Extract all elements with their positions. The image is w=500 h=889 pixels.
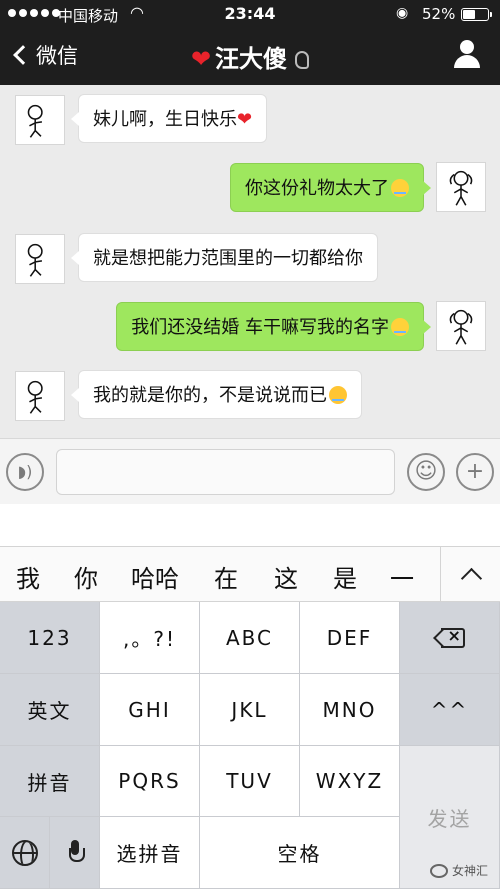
contact-avatar[interactable] (15, 234, 65, 284)
battery-icon (461, 8, 492, 21)
contact-avatar[interactable] (15, 95, 65, 145)
key-punctuation[interactable]: ,。?! (100, 602, 200, 674)
keyboard: 123 英文 拼音 ,。?! ABC DEF GHI JKL MNO PQRS … (0, 602, 500, 889)
heart-icon: ❤ (190, 45, 212, 73)
watermark-text: 女神汇 (451, 864, 488, 878)
key-english[interactable]: 英文 (0, 674, 100, 746)
globe-key[interactable] (0, 817, 50, 889)
contact-avatar[interactable] (15, 371, 65, 421)
microphone-icon (68, 839, 85, 866)
smiley-icon: ☺ (414, 459, 438, 484)
message-bubble-outgoing[interactable]: 我们还没结婚 车干嘛写我的名字 (116, 302, 431, 351)
key-pqrs[interactable]: PQRS (100, 746, 200, 817)
rotation-lock-icon: ◉ (396, 5, 409, 21)
emoji-button[interactable]: ☺ (407, 453, 445, 491)
select-pinyin-key[interactable]: 选拼音 (100, 817, 200, 889)
candidate-word[interactable]: 你 (74, 559, 98, 594)
dictation-key[interactable] (50, 817, 100, 889)
candidate-word[interactable]: 哈哈 (131, 559, 179, 594)
contact-name: 汪大傻 (215, 45, 288, 73)
voice-input-button[interactable]: ◗) (6, 453, 44, 491)
crying-face-emoji (391, 318, 409, 336)
crying-face-emoji (391, 179, 409, 197)
candidate-word[interactable]: 这 (274, 559, 298, 594)
message-bubble-outgoing[interactable]: 你这份礼物太大了 (230, 163, 431, 212)
red-heart-emoji: ❤ (237, 109, 253, 130)
message-text: 我的就是你的，不是说说而已 (93, 385, 327, 406)
wechat-logo-icon (429, 863, 448, 878)
message-text: 就是想把能力范围里的一切都给你 (93, 248, 363, 269)
laughing-face-emoji (329, 386, 347, 404)
plus-icon: + (465, 459, 485, 484)
chat-title: ❤ 汪大傻 (0, 39, 500, 74)
key-emoticon[interactable]: ^^ (400, 674, 500, 746)
more-button[interactable]: + (456, 453, 494, 491)
message-input[interactable] (56, 449, 395, 495)
message-text: 你这份礼物太大了 (245, 178, 389, 199)
backspace-key[interactable]: × (400, 602, 500, 674)
candidate-bar: 我 你 哈哈 在 这 是 一 (0, 546, 500, 602)
message-bubble-incoming[interactable]: 就是想把能力范围里的一切都给你 (71, 233, 378, 282)
person-icon (460, 40, 474, 54)
space-key[interactable]: 空格 (200, 817, 400, 889)
nav-bar: 微信 ❤ 汪大傻 (0, 28, 500, 85)
header: 中国移动 ◠ 23:44 ◉ 52% 微信 ❤ 汪大傻 (0, 0, 500, 85)
voice-icon: ◗) (17, 462, 33, 481)
candidate-word[interactable]: 在 (214, 559, 238, 594)
key-mno[interactable]: MNO (300, 674, 400, 746)
message-list[interactable]: 妹儿啊，生日快乐❤ 你这份礼物太大了 就是想把能力范围里的一切都给你 我们还没结… (0, 85, 500, 438)
key-abc[interactable]: ABC (200, 602, 300, 674)
candidate-word[interactable]: 一 (390, 559, 414, 594)
status-bar: 中国移动 ◠ 23:44 ◉ 52% (0, 0, 500, 28)
earpiece-mode-icon (295, 51, 310, 69)
message-text: 我们还没结婚 车干嘛写我的名字 (131, 317, 389, 338)
candidate-word[interactable]: 是 (333, 559, 357, 594)
key-tuv[interactable]: TUV (200, 746, 300, 817)
message-bubble-incoming[interactable]: 妹儿啊，生日快乐❤ (70, 94, 268, 143)
key-123[interactable]: 123 (0, 602, 100, 674)
key-jkl[interactable]: JKL (200, 674, 300, 746)
globe-icon (11, 839, 38, 866)
battery-percent: 52% (422, 5, 456, 23)
backspace-icon: × (432, 626, 465, 648)
key-ghi[interactable]: GHI (100, 674, 200, 746)
chat-screen: 中国移动 ◠ 23:44 ◉ 52% 微信 ❤ 汪大傻 妹儿啊，生日快乐❤ 你这… (0, 0, 500, 889)
candidate-word[interactable]: 我 (16, 559, 40, 594)
message-bubble-incoming[interactable]: 我的就是你的，不是说说而已 (71, 370, 362, 419)
watermark: 女神汇 (429, 862, 488, 879)
message-text: 妹儿啊，生日快乐 (93, 109, 237, 130)
my-avatar[interactable] (436, 301, 486, 351)
expand-candidates-button[interactable] (440, 547, 500, 602)
key-def[interactable]: DEF (300, 602, 400, 674)
chat-info-button[interactable] (454, 40, 480, 70)
input-bar: ◗) ☺ + (0, 438, 500, 504)
key-wxyz[interactable]: WXYZ (300, 746, 400, 817)
my-avatar[interactable] (436, 162, 486, 212)
key-pinyin[interactable]: 拼音 (0, 746, 100, 817)
keyboard-gap (0, 504, 500, 546)
